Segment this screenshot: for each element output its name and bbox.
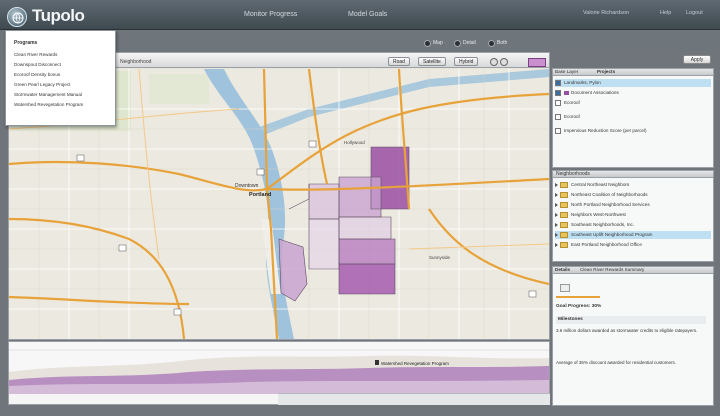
program-item[interactable]: Ecoroof Density bonus <box>14 72 60 77</box>
neighborhoods-header: Neighborhoods <box>552 170 714 178</box>
neighborhood-row[interactable]: East Portland Neighborhood Office <box>555 241 711 249</box>
milestones-heading: Milestones <box>556 316 706 324</box>
program-item[interactable]: Clean River Rewards <box>14 52 57 57</box>
app-title: Tupolo <box>32 6 85 25</box>
user-name: Valorie Richardson <box>583 10 630 16</box>
timeline-scrollbar[interactable] <box>278 393 550 405</box>
view-both-option[interactable]: Both <box>488 39 507 47</box>
details-title: Details <box>555 267 571 272</box>
program-item[interactable]: Stormwater Management Manual <box>14 92 82 97</box>
program-item[interactable]: Downspout Disconnect <box>14 62 61 67</box>
folder-icon <box>560 221 568 228</box>
apply-button[interactable]: Apply <box>683 55 711 64</box>
map-road-button[interactable]: Road <box>388 57 410 66</box>
zoom-out-icon[interactable] <box>500 58 508 66</box>
view-detail-option[interactable]: Detail <box>454 39 476 47</box>
milestone-text: 3.6 million dollars awarded as stormwate… <box>556 328 698 333</box>
neighborhood-row[interactable]: Southeast Uplift Neighborhood Program <box>555 231 711 239</box>
details-panel <box>552 266 714 406</box>
folder-icon <box>560 191 568 198</box>
goal-progress-bar <box>556 296 600 298</box>
layer-row[interactable]: Landmarks, Pylon <box>555 79 711 87</box>
tab-projects[interactable]: Projects <box>597 69 615 74</box>
folder-icon <box>560 201 568 208</box>
checkbox[interactable] <box>555 79 561 86</box>
folder-icon <box>560 241 568 248</box>
zoom-in-icon[interactable] <box>490 58 498 66</box>
layer-row[interactable]: Impervious Reduction Score (per parcel) <box>555 127 711 135</box>
expand-arrow-icon[interactable] <box>555 182 558 187</box>
nav-model-goals[interactable]: Model Goals <box>348 11 387 18</box>
folder-icon <box>560 211 568 218</box>
globe-icon <box>12 12 24 24</box>
checkbox[interactable] <box>555 127 561 134</box>
map-label-sunnyside: Sunnyside <box>429 255 451 260</box>
neighborhood-row[interactable]: Neighbors West-Northwest <box>555 211 711 219</box>
goal-progress-text: Goal Progress: 30% <box>556 304 602 309</box>
layer-color-swatch[interactable] <box>528 58 546 67</box>
view-map-option[interactable]: Map <box>424 39 443 47</box>
neighborhood-row[interactable]: Northeast Coalition of Neighborhoods <box>555 191 711 199</box>
nav-monitor-progress[interactable]: Monitor Progress <box>244 11 297 18</box>
expand-arrow-icon[interactable] <box>555 222 558 227</box>
neighborhood-row[interactable]: Southeast Neighborhoods, Inc. <box>555 221 711 229</box>
expand-arrow-icon[interactable] <box>555 232 558 237</box>
map-satellite-button[interactable]: Satellite <box>418 57 446 66</box>
document-icon[interactable] <box>560 284 570 292</box>
timeline-chart[interactable]: Watershed Revegetation Program <box>9 342 549 394</box>
map-label-portland: Portland <box>249 192 271 198</box>
checkbox[interactable] <box>555 113 561 120</box>
expand-arrow-icon[interactable] <box>555 202 558 207</box>
neighborhood-row[interactable]: North Portland Neighborhood Services <box>555 201 711 209</box>
expand-arrow-icon[interactable] <box>555 242 558 247</box>
milestone-text: Average of 35% discount awarded for resi… <box>556 360 676 365</box>
layer-row[interactable]: Document Associations <box>555 89 711 97</box>
folder-icon <box>560 181 568 188</box>
map-hybrid-button[interactable]: Hybrid <box>454 57 479 66</box>
map-label-hollywood: Hollywood <box>344 140 365 145</box>
checkbox[interactable] <box>555 89 561 96</box>
programs-menu-button[interactable] <box>7 7 27 27</box>
layer-row[interactable]: Ecoroof <box>555 113 711 121</box>
expand-arrow-icon[interactable] <box>555 192 558 197</box>
help-link[interactable]: Help <box>660 10 671 16</box>
program-item[interactable]: Green Pearl Legacy Project <box>14 82 70 87</box>
map-title: Neighborhood <box>120 59 152 65</box>
checkbox[interactable] <box>555 99 561 106</box>
details-tab[interactable]: Clean River Rewards Summary <box>580 267 644 272</box>
layer-row[interactable]: Ecoroof <box>555 99 711 107</box>
programs-heading: Programs <box>14 40 38 46</box>
tab-base-layer[interactable]: Base Layer <box>555 69 578 74</box>
expand-arrow-icon[interactable] <box>555 212 558 217</box>
folder-icon <box>560 231 568 238</box>
logout-link[interactable]: Logout <box>686 10 703 16</box>
program-item[interactable]: Watershed Revegetation Program <box>14 102 83 107</box>
timeline-marker-label: Watershed Revegetation Program <box>381 361 449 366</box>
legend-swatch <box>564 90 569 95</box>
neighborhood-row[interactable]: Central Northeast Neighbors <box>555 181 711 189</box>
map-label-downtown: Downtown <box>235 183 259 189</box>
